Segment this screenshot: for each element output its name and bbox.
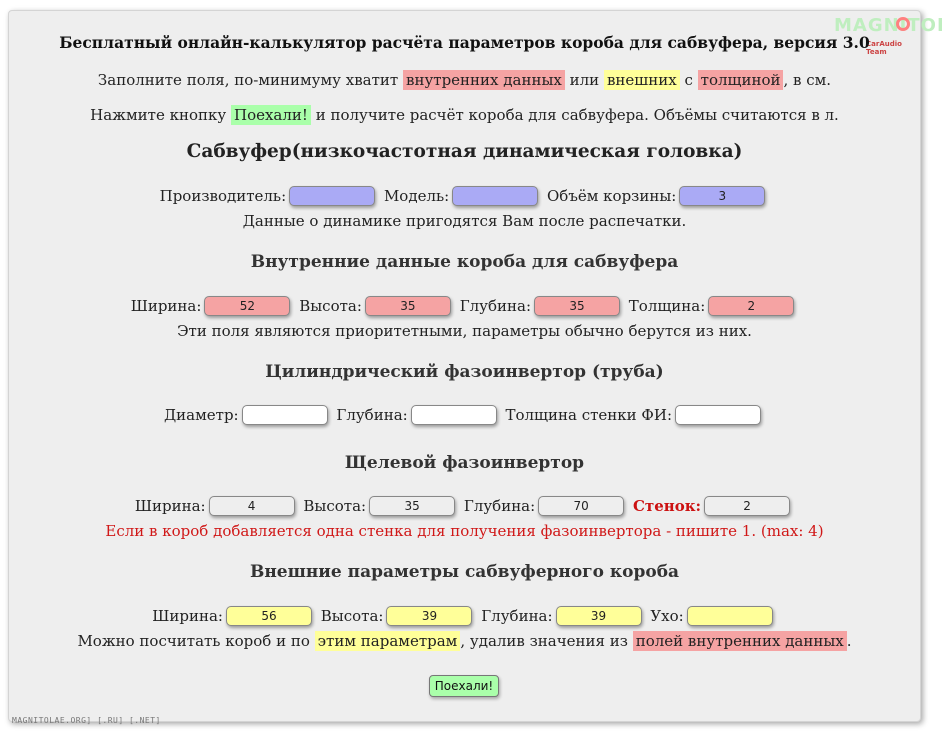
intro-or-text: или (569, 71, 600, 89)
internal-thickness-input[interactable]: 2 (708, 296, 795, 316)
external-note-text-a: Можно посчитать короб и по (77, 632, 310, 650)
slot-width-input[interactable]: 4 (208, 496, 295, 516)
slot-height-input[interactable]: 35 (369, 496, 456, 516)
slot-walls-label: Стенок: (632, 497, 702, 515)
slot-walls-input[interactable]: 2 (704, 496, 791, 516)
footer-text: MAGNITOLAE.ORG] [.RU] [.NET] (12, 716, 161, 725)
tube-diameter-input[interactable] (241, 405, 328, 425)
external-note: Можно посчитать короб и по этим параметр… (9, 631, 920, 651)
subwoofer-heading: Сабвуфер(низкочастотная динамическая гол… (186, 141, 743, 162)
internal-thickness-label: Толщина: (628, 297, 706, 315)
external-width-label: Ширина: (152, 607, 223, 625)
internal-fields-highlight: полей внутренних данных (632, 631, 847, 651)
tube-port-heading: Цилиндрический фазоинвертор (труба) (265, 362, 664, 382)
slot-port-heading: Щелевой фазоинвертор (344, 453, 585, 473)
slot-height-label: Высота: (303, 497, 367, 515)
intro-text: Заполните поля, по-минимуму хватит (97, 71, 399, 89)
internal-row: Ширина: 52 Высота: 35 Глубина: 35 Толщина: 2 (9, 296, 920, 316)
external-ear-input[interactable] (686, 606, 773, 626)
internal-data-highlight: внутренних данных (403, 70, 565, 90)
manufacturer-input[interactable] (289, 186, 376, 206)
external-depth-label: Глубина: (481, 607, 553, 625)
internal-height-label: Высота: (299, 297, 362, 315)
slot-depth-label: Глубина: (463, 497, 536, 515)
internal-depth-label: Глубина: (459, 297, 531, 315)
slot-width-label: Ширина: (134, 497, 206, 515)
subwoofer-row: Производитель: Модель: Объём корзины: 3 (9, 186, 920, 206)
tube-depth-input[interactable] (410, 405, 497, 425)
tube-port-row: Диаметр: Глубина: Толщина стенки ФИ: (9, 405, 920, 425)
internal-depth-input[interactable]: 35 (534, 296, 620, 316)
slot-depth-input[interactable]: 70 (538, 496, 625, 516)
go-button-highlight: Поехали! (230, 105, 311, 125)
external-height-input[interactable]: 39 (386, 606, 473, 626)
external-depth-input[interactable]: 39 (555, 606, 642, 626)
internal-width-input[interactable]: 52 (204, 296, 291, 316)
model-input[interactable] (452, 186, 539, 206)
intro-with-text: с (684, 71, 693, 89)
external-data-highlight: внешних (603, 70, 680, 90)
intro-line-2: Нажмите кнопку Поехали! и получите расчё… (9, 105, 920, 125)
basket-volume-label: Объём корзины: (546, 187, 677, 205)
internal-heading: Внутренние данные короба для сабвуфера (250, 252, 679, 272)
internal-height-input[interactable]: 35 (364, 296, 451, 316)
external-row: Ширина: 56 Высота: 39 Глубина: 39 Ухо: (9, 606, 920, 626)
external-width-input[interactable]: 56 (225, 606, 312, 626)
intro-line-1: Заполните поля, по-минимуму хватит внутр… (9, 70, 920, 90)
external-height-label: Высота: (320, 607, 384, 625)
slot-port-note: Если в короб добавляется одна стенка для… (105, 522, 824, 540)
internal-width-label: Ширина: (130, 297, 202, 315)
external-ear-label: Ухо: (650, 607, 684, 625)
intro-result-text: и получите расчёт короба для сабвуфера. … (315, 106, 839, 124)
external-note-end: . (846, 632, 852, 650)
basket-volume-input[interactable]: 3 (679, 186, 766, 206)
these-params-highlight: этим параметрам (314, 631, 461, 651)
logo-ring-icon (896, 17, 910, 31)
manufacturer-label: Производитель: (159, 187, 287, 205)
external-note-text-b: , удалив значения из (460, 632, 628, 650)
internal-note: Эти поля являются приоритетными, парамет… (177, 322, 752, 340)
intro-end-text: , в см. (783, 71, 832, 89)
tube-wall-input[interactable] (675, 405, 762, 425)
calculator-panel: MAGNITOLA CarAudio Team Бесплатный онлай… (8, 10, 942, 722)
slot-port-row: Ширина: 4 Высота: 35 Глубина: 70 Стенок: 2 (9, 496, 920, 516)
page-title: Бесплатный онлайн-калькулятор расчёта па… (59, 33, 870, 52)
model-label: Модель: (383, 187, 450, 205)
tube-wall-label: Толщина стенки ФИ: (505, 406, 673, 424)
external-heading: Внешние параметры сабвуферного короба (249, 562, 680, 582)
go-button[interactable]: Поехали! (429, 675, 499, 697)
tube-diameter-label: Диаметр: (163, 406, 239, 424)
subwoofer-note: Данные о динамике пригодятся Вам после р… (242, 212, 687, 230)
intro-press-text: Нажмите кнопку (90, 106, 227, 124)
tube-depth-label: Глубина: (336, 406, 408, 424)
thickness-highlight: толщиной (697, 70, 784, 90)
